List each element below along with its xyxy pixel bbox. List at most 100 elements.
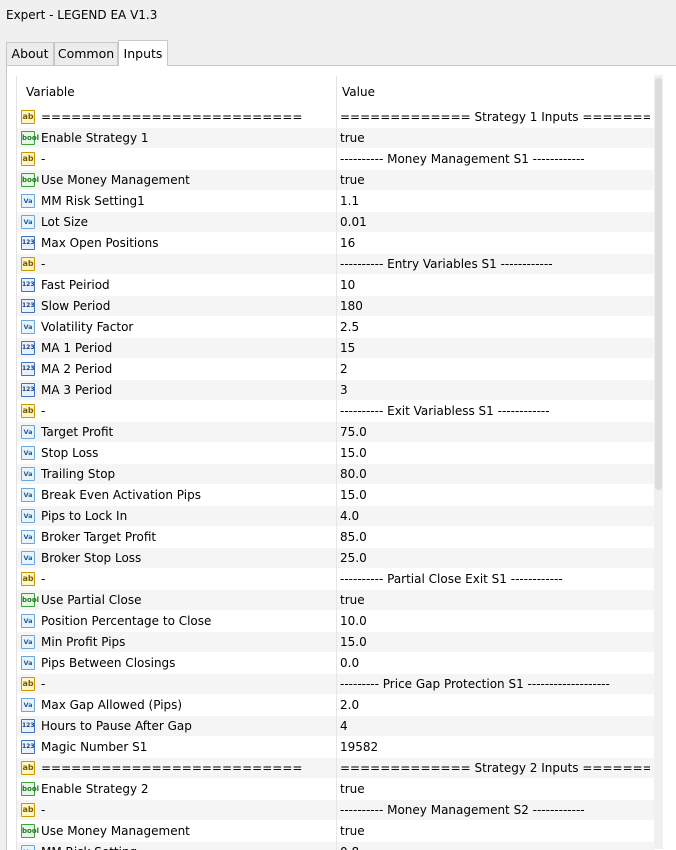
- variable-value[interactable]: 180: [340, 299, 650, 313]
- table-row[interactable]: Va MM Risk Setting1 1.1: [17, 191, 654, 212]
- table-row[interactable]: Va Max Gap Allowed (Pips) 2.0: [17, 695, 654, 716]
- variable-name: Break Even Activation Pips: [41, 488, 201, 502]
- variable-value[interactable]: ---------- Money Management S2 ---------…: [340, 803, 650, 817]
- variable-value[interactable]: ============= Strategy 1 Inputs ========…: [340, 110, 650, 124]
- variable-value[interactable]: 10: [340, 278, 650, 292]
- table-row[interactable]: ab - ---------- Partial Close Exit S1 ----…: [17, 569, 654, 590]
- header-variable[interactable]: Variable: [26, 85, 75, 99]
- table-row[interactable]: Va Min Profit Pips 15.0: [17, 632, 654, 653]
- variable-value[interactable]: 19582: [340, 740, 650, 754]
- table-row[interactable]: 123 MA 2 Period 2: [17, 359, 654, 380]
- tab-common[interactable]: Common: [54, 42, 118, 66]
- column-separator: [336, 800, 337, 821]
- variable-value[interactable]: ---------- Entry Variables S1 ----------…: [340, 257, 650, 271]
- variable-value[interactable]: 2.0: [340, 698, 650, 712]
- table-row[interactable]: bool Enable Strategy 2 true: [17, 779, 654, 800]
- table-row[interactable]: 123 Magic Number S1 19582: [17, 737, 654, 758]
- table-row[interactable]: ab - ---------- Money Management S2 ------…: [17, 800, 654, 821]
- variable-value[interactable]: 2: [340, 362, 650, 376]
- variable-value[interactable]: true: [340, 173, 650, 187]
- variable-value[interactable]: ---------- Partial Close Exit S1 -------…: [340, 572, 650, 586]
- table-row[interactable]: bool Enable Strategy 1 true: [17, 128, 654, 149]
- table-row[interactable]: bool Use Partial Close true: [17, 590, 654, 611]
- column-separator: [336, 485, 337, 506]
- variable-name: MA 3 Period: [41, 383, 113, 397]
- header-value[interactable]: Value: [342, 85, 375, 99]
- table-row[interactable]: ab - ---------- Exit Variabless S1 -------…: [17, 401, 654, 422]
- table-row[interactable]: 123 Hours to Pause After Gap 4: [17, 716, 654, 737]
- scrollbar-thumb[interactable]: [655, 78, 662, 490]
- variable-value[interactable]: 25.0: [340, 551, 650, 565]
- variable-value[interactable]: 3: [340, 383, 650, 397]
- table-row[interactable]: ab ========================== ============…: [17, 758, 654, 779]
- variable-value[interactable]: 15: [340, 341, 650, 355]
- dbl-type-icon: Va: [21, 467, 35, 481]
- variable-value[interactable]: 4.0: [340, 509, 650, 523]
- ab-type-icon: ab: [21, 110, 35, 124]
- variable-value[interactable]: 85.0: [340, 530, 650, 544]
- variable-value[interactable]: 0.8: [340, 845, 650, 850]
- table-row[interactable]: Va Broker Target Profit 85.0: [17, 527, 654, 548]
- variable-value[interactable]: 75.0: [340, 425, 650, 439]
- variable-value[interactable]: 15.0: [340, 488, 650, 502]
- table-row[interactable]: 123 Fast Peiriod 10: [17, 275, 654, 296]
- ab-type-icon: ab: [21, 572, 35, 586]
- variable-value[interactable]: --------- Price Gap Protection S1 ------…: [340, 677, 650, 691]
- variable-value[interactable]: 1.1: [340, 194, 650, 208]
- variable-value[interactable]: 80.0: [340, 467, 650, 481]
- variable-name: Fast Peiriod: [41, 278, 110, 292]
- dbl-type-icon: Va: [21, 425, 35, 439]
- variable-value[interactable]: 0.0: [340, 656, 650, 670]
- table-row[interactable]: Va Trailing Stop 80.0: [17, 464, 654, 485]
- variable-value[interactable]: true: [340, 593, 650, 607]
- int-type-icon: 123: [21, 278, 35, 292]
- table-row[interactable]: 123 MA 1 Period 15: [17, 338, 654, 359]
- variable-value[interactable]: true: [340, 782, 650, 796]
- header-divider[interactable]: [336, 76, 337, 107]
- table-row[interactable]: Va Break Even Activation Pips 15.0: [17, 485, 654, 506]
- variable-value[interactable]: ---------- Money Management S1 ---------…: [340, 152, 650, 166]
- table-row[interactable]: 123 Max Open Positions 16: [17, 233, 654, 254]
- table-row[interactable]: ab - --------- Price Gap Protection S1 ---…: [17, 674, 654, 695]
- tab-about[interactable]: About: [6, 42, 54, 66]
- variable-value[interactable]: true: [340, 131, 650, 145]
- dbl-type-icon: Va: [21, 845, 35, 850]
- variable-value[interactable]: 4: [340, 719, 650, 733]
- ab-type-icon: ab: [21, 152, 35, 166]
- table-row[interactable]: Va Pips Between Closings 0.0: [17, 653, 654, 674]
- table-row[interactable]: Va Volatility Factor 2.5: [17, 317, 654, 338]
- variable-value[interactable]: ============= Strategy 2 Inputs ========…: [340, 761, 650, 775]
- table-row[interactable]: ab - ---------- Entry Variables S1 -------…: [17, 254, 654, 275]
- int-type-icon: 123: [21, 362, 35, 376]
- variable-value[interactable]: 15.0: [340, 635, 650, 649]
- variable-value[interactable]: true: [340, 824, 650, 838]
- variable-name: Volatility Factor: [41, 320, 134, 334]
- variable-value[interactable]: ---------- Exit Variabless S1 ----------…: [340, 404, 650, 418]
- variable-value[interactable]: 16: [340, 236, 650, 250]
- table-row[interactable]: Va Lot Size 0.01: [17, 212, 654, 233]
- column-separator: [336, 653, 337, 674]
- tab-inputs[interactable]: Inputs: [118, 40, 168, 66]
- bool-type-icon: bool: [21, 593, 39, 607]
- variable-name: -: [41, 257, 46, 271]
- table-row[interactable]: Va Broker Stop Loss 25.0: [17, 548, 654, 569]
- variable-value[interactable]: 10.0: [340, 614, 650, 628]
- variable-value[interactable]: 2.5: [340, 320, 650, 334]
- table-row[interactable]: Va Pips to Lock In 4.0: [17, 506, 654, 527]
- table-row[interactable]: 123 MA 3 Period 3: [17, 380, 654, 401]
- table-row[interactable]: Va Target Profit 75.0: [17, 422, 654, 443]
- table-row[interactable]: Va Stop Loss 15.0: [17, 443, 654, 464]
- title-bar: Expert - LEGEND EA V1.3: [0, 0, 676, 32]
- table-row[interactable]: bool Use Money Management true: [17, 170, 654, 191]
- table-row[interactable]: Va Position Percentage to Close 10.0: [17, 611, 654, 632]
- table-row[interactable]: 123 Slow Period 180: [17, 296, 654, 317]
- variable-value[interactable]: 15.0: [340, 446, 650, 460]
- variable-name: Position Percentage to Close: [41, 614, 212, 628]
- table-row[interactable]: bool Use Money Management true: [17, 821, 654, 842]
- dbl-type-icon: Va: [21, 215, 35, 229]
- table-row[interactable]: ab ========================== ============…: [17, 107, 654, 128]
- variable-name: Target Profit: [41, 425, 114, 439]
- table-row[interactable]: ab - ---------- Money Management S1 ------…: [17, 149, 654, 170]
- variable-value[interactable]: 0.01: [340, 215, 650, 229]
- dbl-type-icon: Va: [21, 530, 35, 544]
